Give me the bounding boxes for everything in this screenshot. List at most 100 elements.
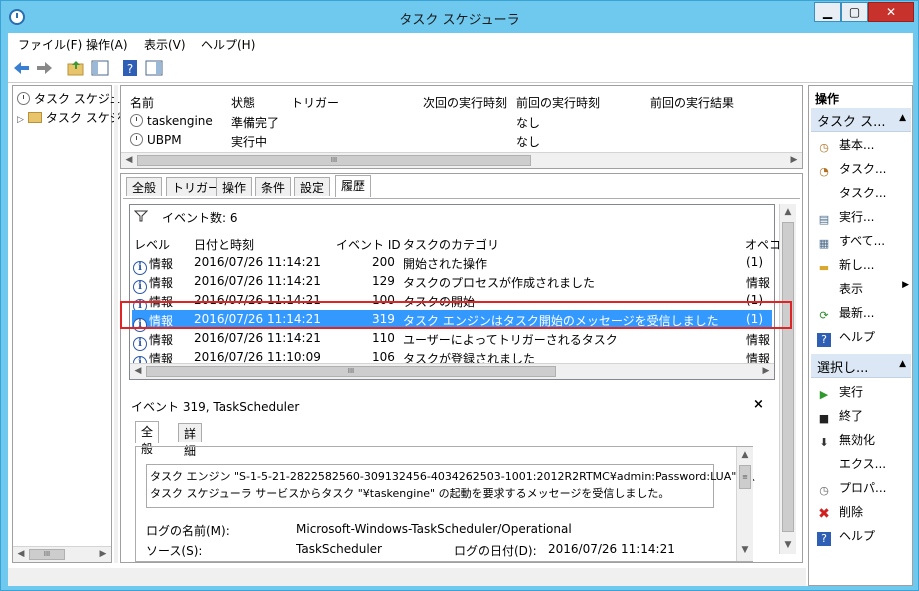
col-date[interactable]: 日付と時刻	[194, 236, 254, 253]
col-next-run[interactable]: 次回の実行時刻	[423, 94, 507, 111]
col-event-id[interactable]: イベント ID	[336, 236, 401, 253]
action-properties[interactable]: ◷ プロパ...	[817, 479, 911, 501]
filter-icon[interactable]	[134, 210, 148, 222]
scroll-thumb[interactable]	[782, 222, 794, 532]
expand-arrow-icon[interactable]: ▷	[17, 115, 24, 125]
action-view[interactable]: 表示 ▶	[817, 280, 911, 302]
close-icon[interactable]: ×	[753, 397, 764, 412]
scroll-left-arrow-icon[interactable]: ◀	[132, 366, 144, 376]
col-last-run[interactable]: 前回の実行時刻	[516, 94, 600, 111]
event-row[interactable]: i 情報 2016/07/26 11:14:21 129 タスクのプロセスが作成さ…	[132, 272, 772, 294]
task-list-horizontal-scrollbar[interactable]: ◀ III ▶	[121, 152, 802, 168]
menu-bar: ファイル(F) 操作(A) 表示(V) ヘルプ(H)	[8, 33, 913, 53]
tab-settings[interactable]: 設定	[294, 177, 331, 196]
collapse-arrow-icon[interactable]: ▲	[899, 113, 906, 123]
scroll-thumb[interactable]: ≡	[739, 465, 751, 489]
scroll-down-arrow-icon[interactable]: ▼	[739, 545, 751, 555]
history-vertical-scrollbar[interactable]: ▲ ▼	[779, 204, 796, 554]
action-import-task[interactable]: タスク...	[817, 184, 911, 206]
action-create-task[interactable]: ◔ タスク...	[817, 160, 911, 182]
action-help-selected[interactable]: ? ヘルプ	[817, 527, 911, 549]
event-detail-header: イベント 319, TaskScheduler ×	[129, 394, 775, 416]
event-date: 2016/07/26 11:10:09	[194, 350, 321, 364]
tab-event-details[interactable]: 詳細	[178, 423, 203, 458]
scroll-thumb[interactable]: III	[29, 549, 65, 560]
scroll-left-arrow-icon[interactable]: ◀	[15, 549, 27, 559]
tab-event-general[interactable]: 全般	[135, 421, 160, 456]
action-label: タスク...	[839, 162, 887, 176]
basic-task-icon: ◷	[819, 141, 829, 154]
scroll-right-arrow-icon[interactable]: ▶	[97, 549, 109, 559]
create-task-icon: ◔	[819, 165, 829, 178]
actions-group-selected[interactable]: 選択し... ▲	[811, 354, 911, 378]
action-create-basic-task[interactable]: ◷ 基本...	[817, 136, 911, 158]
col-level[interactable]: レベル	[134, 236, 170, 253]
action-end[interactable]: ■ 終了	[817, 407, 911, 429]
new-folder-icon: ▬	[818, 261, 830, 274]
maximize-button[interactable]: ▢	[841, 2, 868, 22]
event-row[interactable]: i 情報 2016/07/26 11:14:21 200 開始された操作 (1)	[132, 253, 772, 275]
minimize-button[interactable]: ▁	[814, 2, 841, 22]
show-hide-action-pane-icon[interactable]	[144, 58, 164, 78]
tree-item-library[interactable]: ▷ タスク スケジ	[17, 109, 122, 126]
pane-splitter[interactable]	[114, 85, 118, 563]
event-opcode: 情報	[746, 333, 771, 347]
action-help[interactable]: ? ヘルプ	[817, 328, 911, 350]
menu-help[interactable]: ヘルプ(H)	[201, 36, 255, 53]
scroll-right-arrow-icon[interactable]: ▶	[788, 155, 800, 165]
back-arrow-icon[interactable]	[12, 58, 32, 78]
col-trigger[interactable]: トリガー	[291, 94, 339, 111]
toolbar: ?	[8, 53, 913, 83]
tab-actions[interactable]: 操作	[216, 177, 253, 196]
menu-view[interactable]: 表示(V)	[144, 36, 186, 53]
detail-vertical-scrollbar[interactable]: ▲ ≡ ▼	[736, 447, 753, 561]
scroll-down-arrow-icon[interactable]: ▼	[782, 540, 794, 550]
close-button[interactable]: ✕	[868, 2, 914, 22]
show-hide-tree-icon[interactable]	[90, 58, 110, 78]
tree-horizontal-scrollbar[interactable]: ◀ III ▶	[13, 546, 111, 562]
up-folder-icon[interactable]	[66, 58, 86, 78]
action-enable-all-history[interactable]: ▦ すべて...	[817, 232, 911, 254]
collapse-arrow-icon[interactable]: ▲	[899, 359, 906, 369]
tab-history[interactable]: 履歴	[335, 175, 372, 197]
actions-title: 操作	[815, 92, 840, 106]
tab-general[interactable]: 全般	[126, 177, 163, 196]
action-label: プロパ...	[839, 481, 887, 495]
title-bar[interactable]: タスク スケジューラ ▁ ▢ ✕	[1, 1, 918, 33]
action-label: 最新...	[839, 306, 875, 320]
col-name[interactable]: 名前	[130, 94, 154, 111]
col-last-result[interactable]: 前回の実行結果	[650, 94, 734, 111]
action-export[interactable]: エクス...	[817, 455, 911, 477]
help-icon[interactable]: ?	[120, 58, 140, 78]
forward-arrow-icon[interactable]	[34, 58, 54, 78]
task-row[interactable]: taskengine	[130, 114, 213, 128]
action-new-folder[interactable]: ▬ 新し...	[817, 256, 911, 278]
event-row[interactable]: i 情報 2016/07/26 11:14:21 110 ユーザーによってトリガー…	[132, 329, 772, 351]
scroll-up-arrow-icon[interactable]: ▲	[739, 450, 751, 460]
event-list-horizontal-scrollbar[interactable]: ◀ III ▶	[130, 363, 774, 379]
col-status[interactable]: 状態	[231, 94, 255, 111]
action-display-running[interactable]: ▤ 実行...	[817, 208, 911, 230]
event-date: 2016/07/26 11:14:21	[194, 274, 321, 288]
task-row[interactable]: UBPM	[130, 133, 182, 147]
action-label: エクス...	[839, 457, 887, 471]
scroll-thumb[interactable]: III	[146, 366, 556, 377]
scroll-right-arrow-icon[interactable]: ▶	[760, 366, 772, 376]
action-refresh[interactable]: ⟳ 最新...	[817, 304, 911, 326]
menu-action[interactable]: 操作(A)	[86, 36, 128, 53]
action-run[interactable]: ▶ 実行	[817, 383, 911, 405]
action-disable[interactable]: ⬇ 無効化	[817, 431, 911, 453]
menu-file[interactable]: ファイル(F)	[18, 36, 82, 53]
col-category[interactable]: タスクのカテゴリ	[403, 236, 499, 253]
scroll-left-arrow-icon[interactable]: ◀	[123, 155, 135, 165]
event-id: 200	[372, 255, 395, 269]
log-date-value: 2016/07/26 11:14:21	[548, 542, 675, 556]
tab-conditions[interactable]: 条件	[255, 177, 292, 196]
action-label: 無効化	[839, 433, 876, 447]
scroll-thumb[interactable]: III	[137, 155, 531, 166]
action-delete[interactable]: ✖ 削除	[817, 503, 911, 525]
blank-icon	[817, 456, 831, 470]
action-label: 実行	[839, 385, 864, 399]
actions-group-library[interactable]: タスク ス... ▲	[811, 108, 911, 132]
scroll-up-arrow-icon[interactable]: ▲	[782, 207, 794, 217]
